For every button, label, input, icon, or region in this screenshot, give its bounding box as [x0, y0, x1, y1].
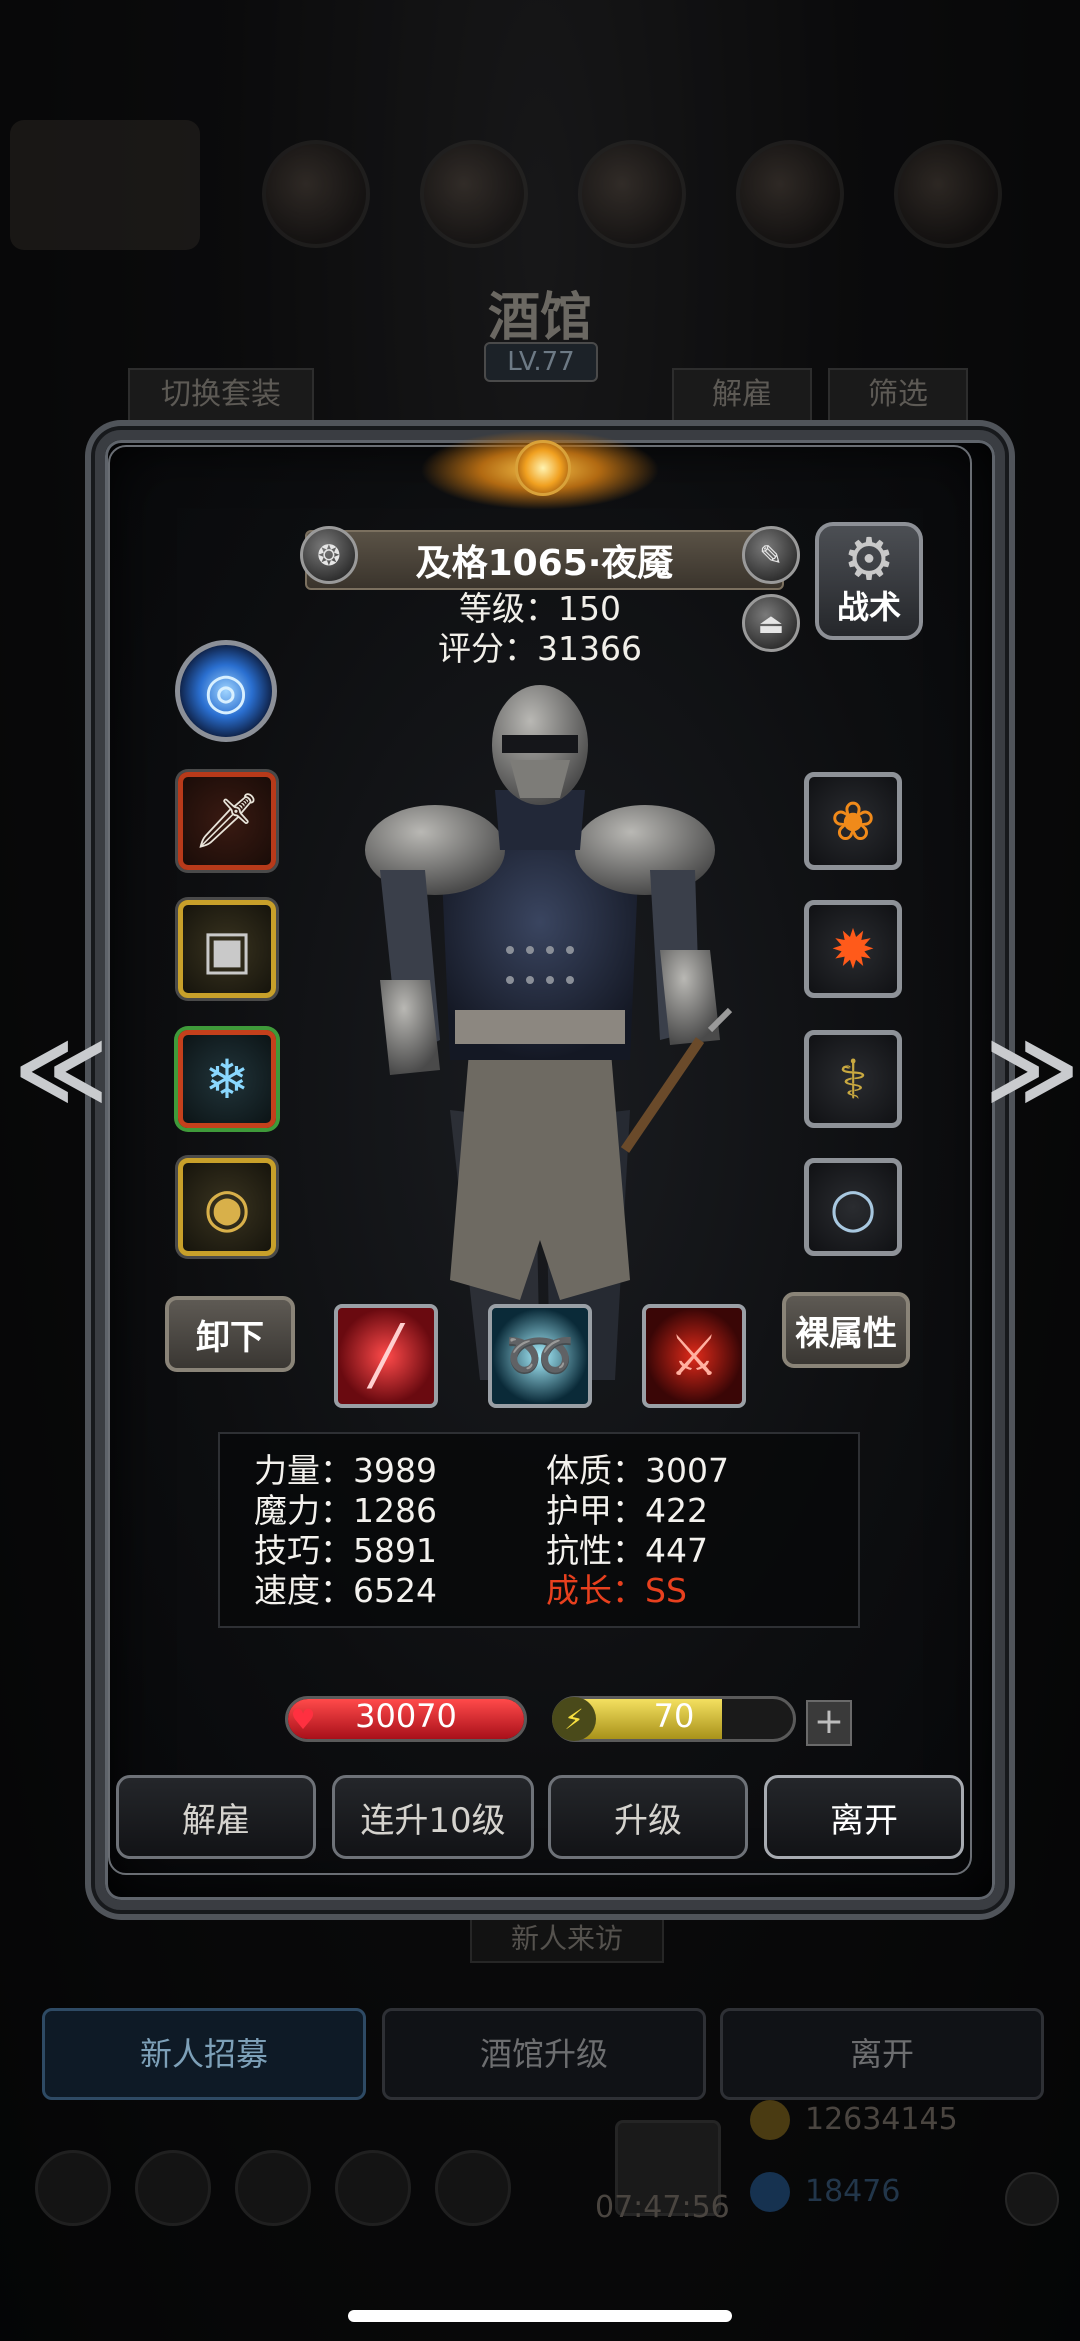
bg-menu-icon — [262, 140, 370, 248]
relic-crystal-slot[interactable]: ❄ — [178, 1030, 276, 1128]
dock-icon[interactable] — [135, 2150, 211, 2226]
gauntlet-slot[interactable]: ◉ — [178, 1158, 276, 1256]
edit-name-icon[interactable]: ✎ — [742, 526, 800, 584]
filter-tab[interactable]: 筛选 — [828, 368, 968, 422]
bg-menu-icon — [578, 140, 686, 248]
tavern-title: 酒馆 — [487, 287, 592, 348]
dock-icon[interactable] — [35, 2150, 111, 2226]
dismiss-button[interactable]: 解雇 — [116, 1775, 316, 1859]
new-visitor-label[interactable]: 新人来访 — [470, 1915, 664, 1963]
timer-text: 07:47:56 — [595, 2190, 730, 2225]
hero-name: 及格1065·夜魇 — [415, 543, 674, 584]
skill-blood-strike-icon[interactable]: ⚔ — [642, 1304, 746, 1408]
gem-amount: 18476 — [805, 2174, 901, 2209]
energy-bar: ⚡ 70 — [552, 1696, 796, 1742]
add-energy-button[interactable]: + — [806, 1700, 852, 1746]
bg-menu-icon — [420, 140, 528, 248]
hero-score: 评分：31366 — [438, 629, 642, 668]
dock-icon[interactable] — [235, 2150, 311, 2226]
bg-menu-icon — [894, 140, 1002, 248]
next-hero-arrow-icon[interactable]: ≫ — [985, 1020, 1079, 1120]
switch-set-button[interactable]: 切换套装 — [128, 368, 314, 422]
energy-value: 70 — [653, 1697, 695, 1735]
staff-slot[interactable]: ⚕ — [804, 1030, 902, 1128]
add-resource-icon[interactable] — [1005, 2172, 1059, 2226]
tavern-upgrade-button[interactable]: 酒馆升级 — [382, 2008, 706, 2100]
upgrade-10-levels-button[interactable]: 连升10级 — [332, 1775, 534, 1859]
attr-growth: 成长：SS — [546, 1571, 687, 1610]
tavern-level-badge: LV.77 — [484, 342, 598, 382]
bg-menu-icon — [736, 140, 844, 248]
tactics-label: 战术 — [836, 588, 901, 626]
ice-ring-slot[interactable]: ○ — [804, 1158, 902, 1256]
prev-hero-arrow-icon[interactable]: ≪ — [14, 1020, 108, 1120]
hp-value: 30070 — [355, 1697, 457, 1735]
gold-amount: 12634145 — [805, 2102, 958, 2137]
naked-stats-button[interactable]: 裸属性 — [782, 1292, 910, 1368]
hero-character-illustration — [365, 685, 733, 1380]
recruit-button[interactable]: 新人招募 — [42, 2008, 366, 2100]
unequip-button[interactable]: 卸下 — [165, 1296, 295, 1372]
bg-leave-button[interactable]: 离开 — [720, 2008, 1044, 2100]
weapon-sword-slot[interactable]: 🗡 — [178, 772, 276, 870]
home-indicator[interactable] — [348, 2310, 732, 2322]
crest-emblem-icon — [515, 440, 571, 496]
soul-rune-icon[interactable]: ◎ — [175, 640, 277, 742]
flame-amulet-slot[interactable]: ❀ — [804, 772, 902, 870]
hp-bar: ♥ 30070 — [285, 1696, 527, 1742]
skill-wind-blade-icon[interactable]: ➿ — [488, 1304, 592, 1408]
tactics-button[interactable]: ⚙ 战术 — [815, 522, 923, 640]
leave-button[interactable]: 离开 — [764, 1775, 964, 1859]
rank-medal-icon[interactable]: ❂ — [300, 526, 358, 584]
attr-speed: 速度：6524 — [254, 1571, 437, 1610]
skill-slash-icon[interactable]: ╱ — [334, 1304, 438, 1408]
gold-coin-icon — [750, 2100, 790, 2140]
dock-icon[interactable] — [435, 2150, 511, 2226]
hero-name-bar: 及格1065·夜魇 — [305, 530, 784, 590]
chest-armor-slot[interactable]: ▣ — [178, 900, 276, 998]
fire-orb-slot[interactable]: ✹ — [804, 900, 902, 998]
background-top-banner — [10, 120, 200, 250]
dismiss-tab[interactable]: 解雇 — [672, 368, 812, 422]
gem-icon — [750, 2172, 790, 2212]
dock-icon[interactable] — [335, 2150, 411, 2226]
gear-icon: ⚙ — [843, 525, 895, 593]
upgrade-button[interactable]: 升级 — [548, 1775, 748, 1859]
attribute-panel: 力量：3989 体质：3007 魔力：1286 护甲：422 技巧：5891 抗… — [218, 1432, 860, 1628]
